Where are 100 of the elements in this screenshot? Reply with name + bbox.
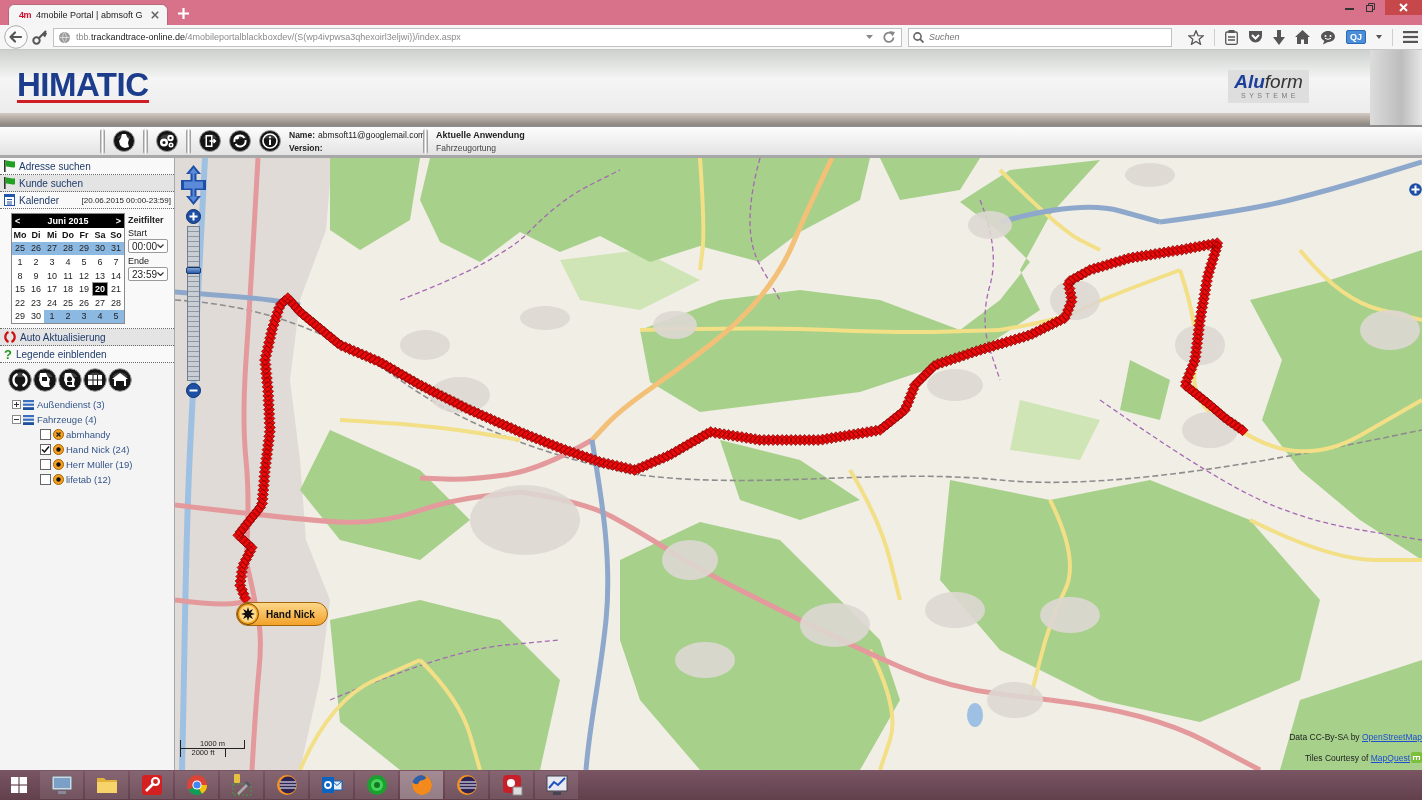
calendar-day[interactable]: 1: [12, 255, 28, 269]
taskbar-button[interactable]: [85, 771, 128, 799]
exit-door-icon[interactable]: [199, 130, 221, 152]
calendar-day[interactable]: 7: [108, 255, 124, 269]
calendar-day[interactable]: 14: [108, 268, 124, 283]
taskbar-button[interactable]: [490, 771, 533, 799]
plus-icon[interactable]: [1409, 183, 1422, 196]
taskbar-button[interactable]: [220, 771, 263, 799]
calendar-day[interactable]: 26: [28, 241, 44, 256]
calendar-day[interactable]: 3: [44, 255, 60, 269]
map-icon[interactable]: [113, 130, 135, 152]
calendar-day[interactable]: 11: [60, 268, 76, 283]
panel-header[interactable]: ? Legende einblenden: [0, 346, 174, 364]
calendar-day[interactable]: 18: [60, 282, 76, 296]
attribution-link[interactable]: OpenStreetMap: [1362, 732, 1422, 742]
windows-logo-icon[interactable]: [11, 777, 27, 793]
back-icon[interactable]: [4, 25, 28, 49]
calendar-day[interactable]: 30: [92, 241, 108, 256]
taskbar-button[interactable]: [310, 771, 353, 799]
calendar-day[interactable]: 16: [28, 282, 44, 296]
calendar-day[interactable]: 4: [92, 309, 108, 324]
calendar-day[interactable]: 29: [12, 309, 28, 324]
key-refresh-icon[interactable]: [229, 130, 251, 152]
end-time-select[interactable]: 23:59: [128, 267, 168, 281]
map-person-icon[interactable]: [58, 368, 82, 393]
expand-icon[interactable]: [12, 400, 21, 410]
calendar-day[interactable]: 4: [60, 255, 76, 269]
taskbar-button[interactable]: [40, 771, 83, 799]
taskbar-button[interactable]: [175, 771, 218, 799]
tree-item-label[interactable]: abmhandy: [66, 429, 111, 441]
start-time-select[interactable]: 00:00: [128, 239, 168, 253]
calendar-day[interactable]: 27: [92, 295, 108, 310]
key-icon[interactable]: [32, 29, 47, 45]
calendar-day[interactable]: 2: [60, 309, 76, 324]
calendar-day[interactable]: 12: [76, 268, 92, 283]
map-vehicle-icon[interactable]: [33, 368, 57, 393]
gears-icon[interactable]: [156, 130, 178, 152]
calendar-day[interactable]: 5: [76, 255, 92, 269]
calendar-day[interactable]: 23: [28, 295, 44, 310]
checkbox[interactable]: [40, 459, 51, 471]
taskbar-button[interactable]: [130, 771, 173, 799]
tree-group-label[interactable]: Außendienst (3): [37, 399, 105, 411]
calendar-day[interactable]: 25: [60, 295, 76, 310]
zoom-slider-thumb[interactable]: [186, 266, 201, 274]
calendar-day[interactable]: 9: [28, 268, 44, 283]
calendar-day[interactable]: 17: [44, 282, 60, 296]
garage-icon[interactable]: [108, 368, 132, 393]
calendar-day[interactable]: 29: [76, 241, 92, 256]
dropdown-icon[interactable]: [866, 35, 873, 39]
calendar-day[interactable]: 25: [12, 241, 28, 256]
calendar-day[interactable]: 15: [12, 282, 28, 296]
taskbar-button[interactable]: [355, 771, 398, 799]
tree-item-label[interactable]: lifetab (12): [66, 474, 111, 486]
calendar-day[interactable]: 28: [60, 241, 76, 256]
next-month-button[interactable]: >: [115, 216, 121, 226]
search-field[interactable]: Suchen: [908, 27, 1172, 47]
collapse-icon[interactable]: [12, 415, 21, 425]
calendar-day[interactable]: 13: [92, 268, 108, 283]
pan-arrows-icon[interactable]: [181, 165, 206, 205]
calendar-day[interactable]: 3: [76, 309, 92, 324]
caret-icon[interactable]: [1376, 35, 1382, 39]
refresh-icon[interactable]: [8, 368, 32, 393]
window-close-icon[interactable]: [1385, 0, 1422, 15]
checkbox[interactable]: [40, 474, 51, 486]
zoom-in-icon[interactable]: [186, 209, 201, 224]
browser-tab[interactable]: 4m 4mobile Portal | abmsoft G: [8, 4, 168, 25]
calendar-day[interactable]: 24: [44, 295, 60, 310]
calendar-day[interactable]: 22: [12, 295, 28, 310]
attribution-link[interactable]: MapQuest: [1370, 752, 1410, 763]
prev-month-button[interactable]: <: [15, 216, 21, 226]
download-icon[interactable]: [1273, 29, 1285, 45]
info-icon[interactable]: [259, 130, 281, 152]
taskbar-button[interactable]: [535, 771, 578, 799]
calendar-day[interactable]: 26: [76, 295, 92, 310]
zoom-slider-track[interactable]: [187, 226, 200, 381]
checkbox[interactable]: [40, 444, 51, 456]
panel-header[interactable]: Kunde suchen: [0, 175, 174, 192]
panel-header[interactable]: Auto Aktualisierung: [0, 329, 174, 347]
calendar-day[interactable]: 28: [108, 295, 124, 310]
panel-header[interactable]: Kalender [20.06.2015 00:00-23:59]: [0, 192, 174, 209]
calendar-day[interactable]: 2: [28, 255, 44, 269]
calendar-day[interactable]: 10: [44, 268, 60, 283]
calendar-day[interactable]: 30: [28, 309, 44, 324]
home-icon[interactable]: [1295, 30, 1310, 44]
chat-bubble-icon[interactable]: [1320, 29, 1336, 45]
clipboard-icon[interactable]: [1225, 29, 1238, 45]
vehicle-marker[interactable]: Hand Nick: [236, 602, 328, 626]
calendar-day[interactable]: 6: [92, 255, 108, 269]
zoom-out-icon[interactable]: [186, 383, 201, 398]
calendar-day[interactable]: 21: [108, 282, 124, 296]
calendar-day[interactable]: 31: [108, 241, 124, 256]
tree-item-label[interactable]: Hand Nick (24): [66, 444, 130, 456]
grid-icon[interactable]: [83, 368, 107, 393]
tree-item-label[interactable]: Herr Müller (19): [66, 459, 133, 471]
taskbar-button[interactable]: [445, 771, 488, 799]
star-icon[interactable]: [1188, 29, 1204, 45]
panel-header[interactable]: Adresse suchen: [0, 158, 174, 175]
close-icon[interactable]: [151, 11, 159, 19]
calendar-day[interactable]: 5: [108, 309, 124, 324]
reload-icon[interactable]: [883, 31, 895, 43]
